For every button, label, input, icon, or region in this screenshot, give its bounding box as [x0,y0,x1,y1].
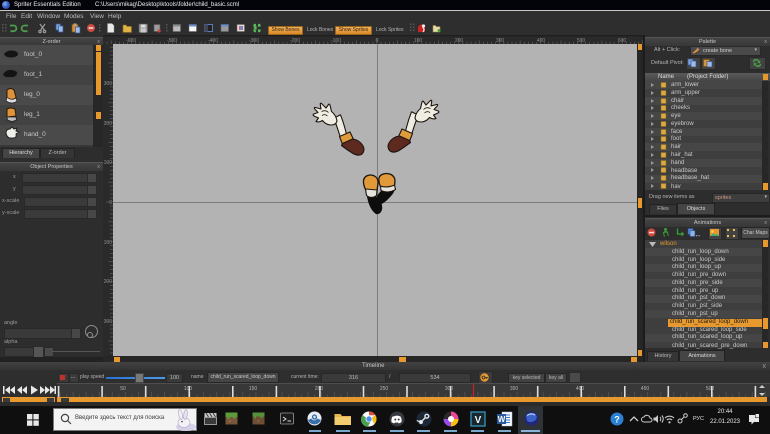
svg-text:200: 200 [104,121,113,127]
svg-text:100: 100 [104,160,113,166]
svg-text:500: 500 [706,386,715,392]
svg-text:?: ? [614,415,620,425]
svg-text:300: 300 [104,319,113,325]
svg-text:150: 150 [249,386,258,392]
svg-text:0: 0 [109,200,112,206]
svg-text:450: 450 [641,386,650,392]
svg-text:200: 200 [104,279,113,285]
svg-text:100: 100 [184,386,193,392]
svg-text:V: V [475,415,482,426]
svg-text:350: 350 [510,386,519,392]
svg-text:100: 100 [104,240,113,246]
svg-text:300: 300 [104,81,113,87]
svg-text:50: 50 [120,386,126,392]
svg-text:250: 250 [380,386,389,392]
svg-text:400: 400 [576,386,585,392]
svg-text:300: 300 [445,386,454,392]
svg-text:W: W [498,415,506,424]
